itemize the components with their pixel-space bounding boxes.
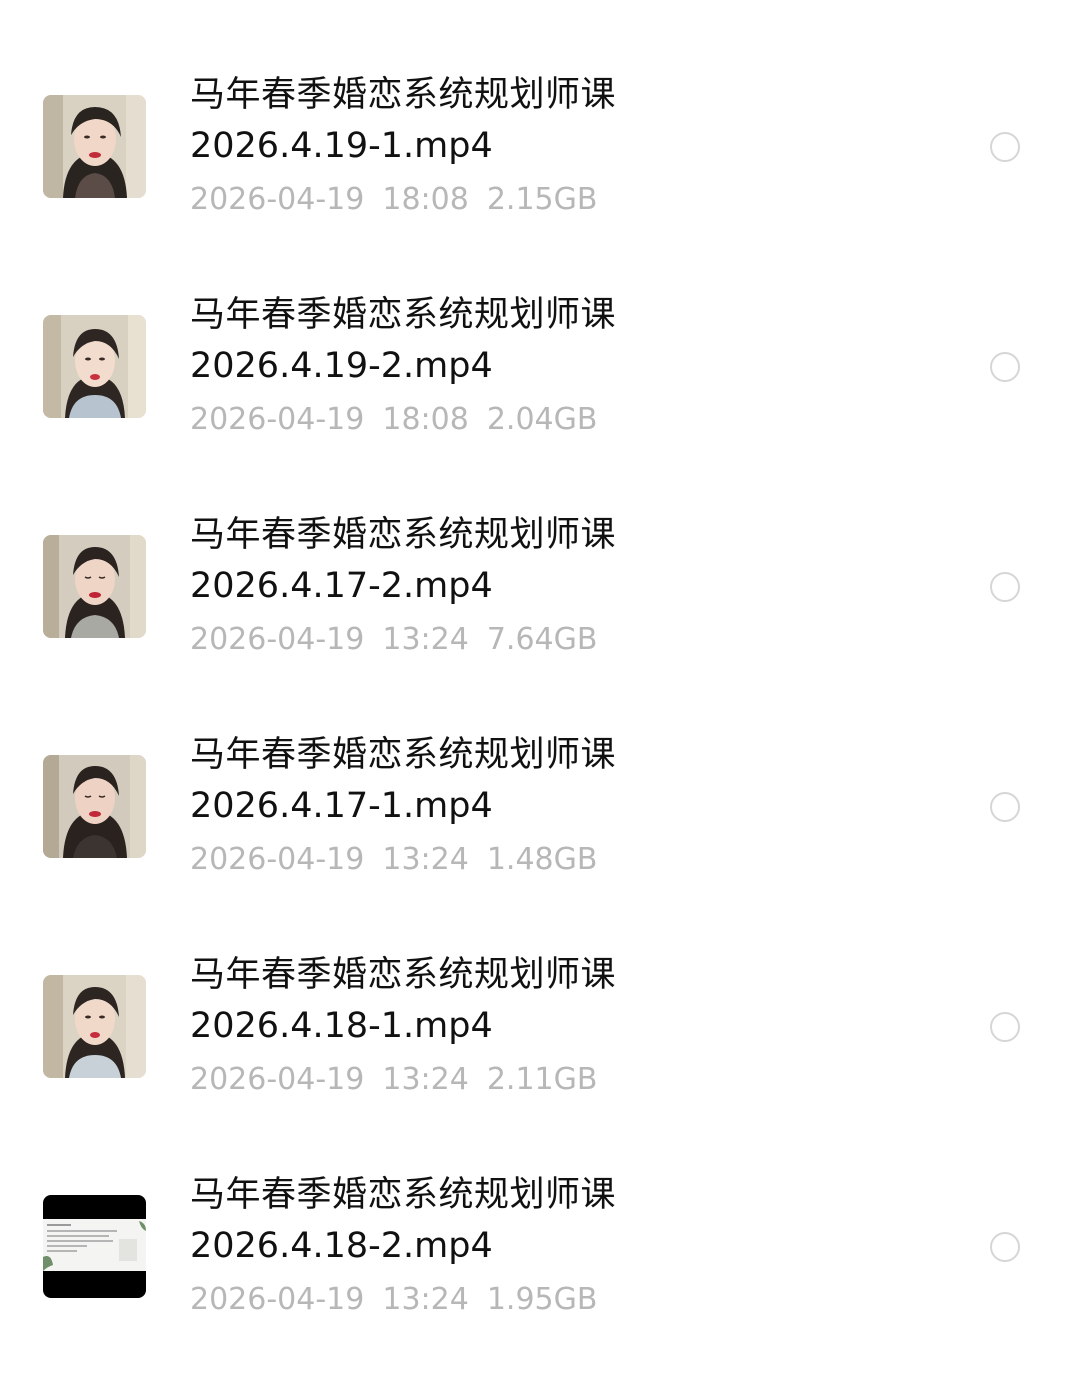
file-meta: 2026-04-19 13:24 1.48GB [190, 838, 910, 882]
video-thumbnail[interactable] [43, 95, 146, 198]
file-name: 2026.4.18-1.mp4 [190, 1006, 493, 1046]
file-time: 13:24 [382, 622, 469, 657]
file-row[interactable]: 马年春季婚恋系统规划师课 2026.4.19-2.mp4 2026-04-19 1… [0, 266, 1080, 486]
video-thumbnail[interactable] [43, 975, 146, 1078]
file-date: 2026-04-19 [190, 1062, 365, 1097]
file-date: 2026-04-19 [190, 842, 365, 877]
presenter-thumbnail-image [43, 535, 146, 638]
file-name: 2026.4.19-1.mp4 [190, 126, 493, 166]
file-date: 2026-04-19 [190, 622, 365, 657]
file-title: 马年春季婚恋系统规划师课 [190, 515, 617, 555]
select-radio-button[interactable] [990, 132, 1020, 162]
file-name: 2026.4.18-2.mp4 [190, 1226, 493, 1266]
file-size: 7.64GB [486, 622, 598, 657]
file-time: 18:08 [382, 402, 469, 437]
file-time: 13:24 [382, 842, 469, 877]
file-list: 马年春季婚恋系统规划师课 2026.4.19-1.mp4 2026-04-19 1… [0, 0, 1080, 1396]
file-size: 2.11GB [486, 1062, 598, 1097]
video-thumbnail[interactable] [43, 315, 146, 418]
file-title: 马年春季婚恋系统规划师课 [190, 75, 617, 115]
file-name: 2026.4.19-2.mp4 [190, 346, 493, 386]
video-thumbnail[interactable] [43, 535, 146, 638]
file-title: 马年春季婚恋系统规划师课 [190, 1175, 617, 1215]
file-row[interactable]: 马年春季婚恋系统规划师课 2026.4.18-1.mp4 2026-04-19 1… [0, 926, 1080, 1146]
select-radio-button[interactable] [990, 1232, 1020, 1262]
file-meta: 2026-04-19 13:24 2.11GB [190, 1058, 910, 1102]
file-time: 18:08 [382, 182, 469, 217]
file-row[interactable]: 马年春季婚恋系统规划师课 2026.4.17-2.mp4 2026-04-19 1… [0, 486, 1080, 706]
file-date: 2026-04-19 [190, 1282, 365, 1317]
slides-thumbnail-image [43, 1195, 146, 1298]
file-title: 马年春季婚恋系统规划师课 [190, 955, 617, 995]
select-radio-button[interactable] [990, 1012, 1020, 1042]
file-title: 马年春季婚恋系统规划师课 [190, 295, 617, 335]
file-date: 2026-04-19 [190, 182, 365, 217]
file-meta: 2026-04-19 18:08 2.04GB [190, 398, 910, 442]
presenter-thumbnail-image [43, 315, 146, 418]
presenter-thumbnail-image [43, 95, 146, 198]
select-radio-button[interactable] [990, 572, 1020, 602]
file-meta: 2026-04-19 13:24 7.64GB [190, 618, 910, 662]
file-size: 2.15GB [486, 182, 598, 217]
file-row[interactable]: 马年春季婚恋系统规划师课 2026.4.18-2.mp4 2026-04-19 1… [0, 1146, 1080, 1366]
file-row[interactable]: 马年春季婚恋系统规划师课 2026.4.19-1.mp4 2026-04-19 1… [0, 46, 1080, 266]
select-radio-button[interactable] [990, 352, 1020, 382]
file-size: 2.04GB [486, 402, 598, 437]
file-row[interactable]: 马年春季婚恋系统规划师课 2026.4.17-1.mp4 2026-04-19 1… [0, 706, 1080, 926]
presenter-thumbnail-image [43, 975, 146, 1078]
file-meta: 2026-04-19 13:24 1.95GB [190, 1278, 910, 1322]
file-time: 13:24 [382, 1062, 469, 1097]
file-name: 2026.4.17-2.mp4 [190, 566, 493, 606]
file-size: 1.48GB [486, 842, 598, 877]
file-title: 马年春季婚恋系统规划师课 [190, 735, 617, 775]
file-size: 1.95GB [486, 1282, 598, 1317]
file-time: 13:24 [382, 1282, 469, 1317]
presenter-thumbnail-image [43, 755, 146, 858]
file-date: 2026-04-19 [190, 402, 365, 437]
video-thumbnail[interactable] [43, 1195, 146, 1298]
file-name: 2026.4.17-1.mp4 [190, 786, 493, 826]
video-thumbnail[interactable] [43, 755, 146, 858]
select-radio-button[interactable] [990, 792, 1020, 822]
file-meta: 2026-04-19 18:08 2.15GB [190, 178, 910, 222]
